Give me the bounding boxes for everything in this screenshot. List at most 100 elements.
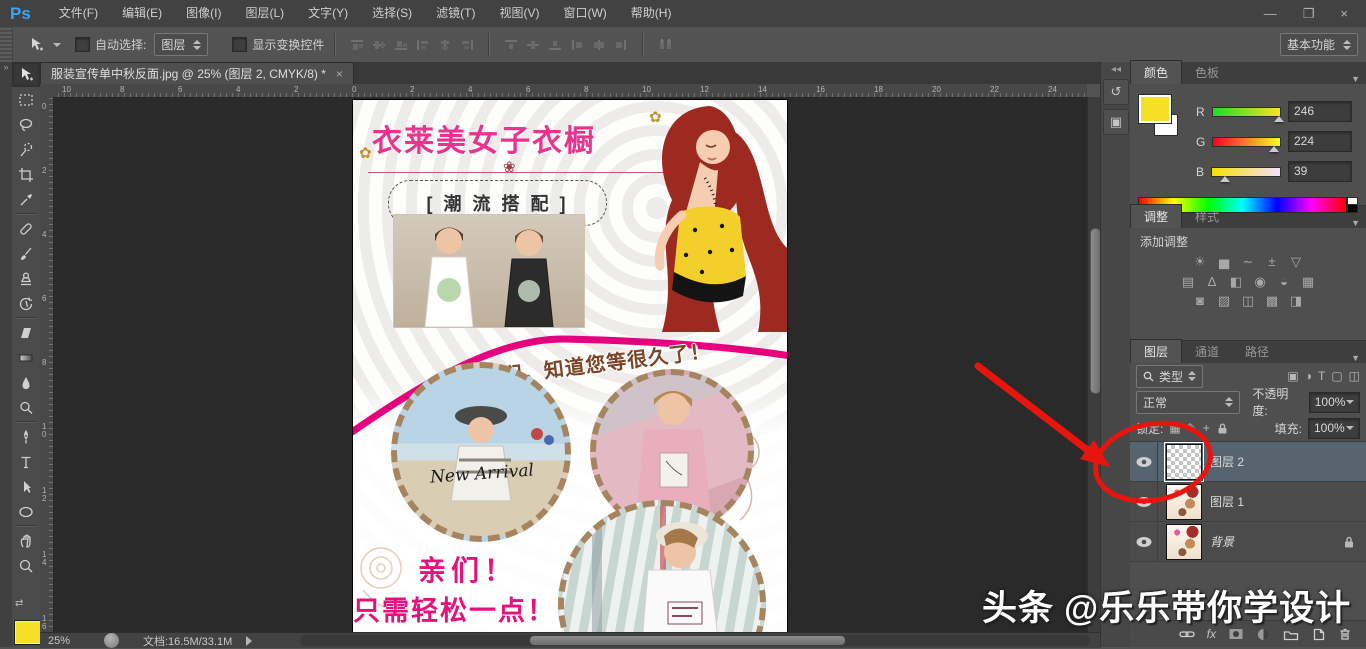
panel-menu-icon[interactable]: ▼ [1351, 353, 1366, 363]
blend-mode-dropdown[interactable]: 正常 [1136, 391, 1240, 414]
blur-tool[interactable] [12, 370, 40, 395]
red-slider[interactable] [1212, 107, 1281, 117]
layer2-name[interactable]: 图层 2 [1210, 453, 1244, 470]
maximize-button[interactable]: ❐ [1303, 6, 1315, 22]
document-tab[interactable]: 服装宣传单中秋反面.jpg @ 25% (图层 2, CMYK/8) * × [40, 62, 354, 84]
menu-layer[interactable]: 图层(L) [233, 0, 296, 27]
crop-tool[interactable] [12, 162, 40, 187]
history-panel-icon[interactable]: ↺ [1103, 79, 1129, 105]
foreground-color-swatch-panel[interactable] [1138, 94, 1172, 124]
posterize-icon[interactable]: ▨ [1212, 292, 1236, 311]
green-slider[interactable] [1212, 137, 1281, 147]
distribute-left-edges-icon[interactable] [570, 39, 584, 51]
layer1-thumbnail[interactable] [1166, 484, 1202, 520]
lock-position-icon[interactable]: + [1203, 421, 1210, 435]
tab-paths[interactable]: 路径 [1232, 340, 1282, 363]
menu-type[interactable]: 文字(Y) [296, 0, 360, 27]
lasso-tool[interactable] [12, 112, 40, 137]
selective-color-icon[interactable]: ◨ [1284, 292, 1308, 311]
ruler-origin-corner[interactable] [40, 84, 54, 98]
black-quick-swatch[interactable] [1347, 204, 1358, 213]
black-white-icon[interactable]: ◧ [1224, 272, 1248, 291]
invert-icon[interactable]: ◙ [1188, 291, 1212, 310]
type-tool[interactable] [12, 449, 40, 474]
tab-adjustments[interactable]: 调整 [1130, 204, 1182, 228]
layer2-thumbnail[interactable] [1166, 444, 1202, 480]
layer1-name[interactable]: 图层 1 [1210, 493, 1244, 510]
opacity-field[interactable]: 100% [1309, 392, 1360, 413]
distribute-top-edges-icon[interactable] [504, 39, 518, 51]
lock-transparent-pixels-icon[interactable]: ▦ [1169, 421, 1180, 435]
canvas-area[interactable]: ✿ ✿ 衣莱美女子衣橱 ❀ [ 潮 流 搭 配 ] [53, 97, 1087, 632]
gradient-tool[interactable] [12, 345, 40, 370]
layer2-visibility-toggle[interactable] [1130, 442, 1158, 481]
clone-stamp-tool[interactable] [12, 266, 40, 291]
minimize-button[interactable]: — [1264, 6, 1277, 22]
canvas-vertical-scrollbar[interactable] [1087, 97, 1101, 632]
auto-align-layers-icon[interactable] [658, 38, 674, 51]
channel-mixer-icon[interactable]: ◒ [1272, 272, 1296, 291]
layer-row-layer1[interactable]: 图层 1 [1130, 482, 1366, 522]
distribute-bottom-edges-icon[interactable] [548, 39, 562, 51]
workspace-switcher[interactable]: 基本功能 [1280, 33, 1358, 56]
fill-field[interactable]: 100% [1308, 418, 1360, 439]
auto-select-target-dropdown[interactable]: 图层 [154, 33, 208, 56]
photo-filter-icon[interactable]: ◉ [1248, 272, 1272, 291]
exposure-icon[interactable]: ± [1260, 252, 1284, 271]
layer-row-layer2[interactable]: 图层 2 [1130, 442, 1366, 482]
background-visibility-toggle[interactable] [1130, 522, 1158, 561]
lock-image-pixels-icon[interactable]: ✎ [1187, 421, 1197, 435]
move-tool[interactable] [12, 62, 40, 87]
close-button[interactable]: × [1340, 6, 1348, 22]
curves-icon[interactable]: ∼ [1236, 253, 1260, 272]
filter-adjustment-layers-icon[interactable]: ◑ [1305, 369, 1312, 383]
auto-select-checkbox[interactable] [75, 37, 90, 52]
gradient-map-icon[interactable]: ▩ [1260, 292, 1284, 311]
canvas-horizontal-scrollbar[interactable] [300, 635, 1090, 646]
distribute-horizontal-centers-icon[interactable] [592, 39, 606, 51]
quick-selection-tool[interactable] [12, 137, 40, 162]
horizontal-scrollbar-thumb[interactable] [530, 636, 845, 645]
brightness-contrast-icon[interactable]: ☀ [1188, 253, 1212, 272]
show-transform-checkbox[interactable] [232, 37, 247, 52]
filter-smart-objects-icon[interactable]: ◫ [1349, 369, 1360, 383]
menu-image[interactable]: 图像(I) [174, 0, 233, 27]
swap-colors-icon[interactable]: ⇄ [15, 598, 39, 616]
document-tab-close-icon[interactable]: × [336, 67, 343, 81]
hue-saturation-icon[interactable]: ▤ [1176, 272, 1200, 291]
color-lookup-icon[interactable]: ▦ [1296, 272, 1320, 291]
menu-select[interactable]: 选择(S) [360, 0, 424, 27]
background-name[interactable]: 背景 [1210, 533, 1234, 550]
menu-file[interactable]: 文件(F) [47, 0, 110, 27]
green-value-field[interactable]: 224 [1288, 131, 1352, 152]
path-selection-tool[interactable] [12, 474, 40, 499]
align-left-edges-icon[interactable] [416, 39, 430, 51]
tool-preset-caret-icon[interactable] [53, 43, 61, 47]
menu-window[interactable]: 窗口(W) [551, 0, 618, 27]
align-right-edges-icon[interactable] [460, 39, 474, 51]
properties-panel-icon[interactable]: ▣ [1103, 109, 1129, 135]
align-bottom-edges-icon[interactable] [394, 39, 408, 51]
horizontal-ruler[interactable]: 10 8 6 4 2 0 2 4 6 8 10 12 14 16 18 20 2… [53, 84, 1087, 98]
blue-value-field[interactable]: 39 [1288, 161, 1352, 182]
color-balance-icon[interactable]: Δ [1200, 272, 1224, 291]
red-value-field[interactable]: 246 [1288, 101, 1352, 122]
layer-row-background[interactable]: 背景 [1130, 522, 1366, 562]
blue-slider[interactable] [1211, 167, 1281, 177]
filter-pixel-layers-icon[interactable]: ▣ [1287, 369, 1298, 383]
align-vertical-centers-icon[interactable] [372, 39, 386, 51]
levels-icon[interactable]: ▅ [1212, 253, 1236, 272]
panel-menu-icon[interactable]: ▼ [1351, 74, 1366, 84]
layer1-visibility-toggle[interactable] [1130, 482, 1158, 521]
tab-channels[interactable]: 通道 [1182, 340, 1232, 363]
threshold-icon[interactable]: ◫ [1236, 292, 1260, 311]
menu-filter[interactable]: 滤镜(T) [424, 0, 487, 27]
layer-filter-type-dropdown[interactable]: 类型 [1136, 365, 1203, 388]
dodge-tool[interactable] [12, 395, 40, 420]
foreground-color-swatch[interactable] [14, 620, 43, 645]
ellipse-shape-tool[interactable] [12, 499, 40, 524]
hand-tool[interactable] [12, 528, 40, 553]
panel-menu-icon[interactable]: ▼ [1351, 218, 1366, 228]
distribute-right-edges-icon[interactable] [614, 39, 628, 51]
background-thumbnail[interactable] [1166, 524, 1202, 560]
